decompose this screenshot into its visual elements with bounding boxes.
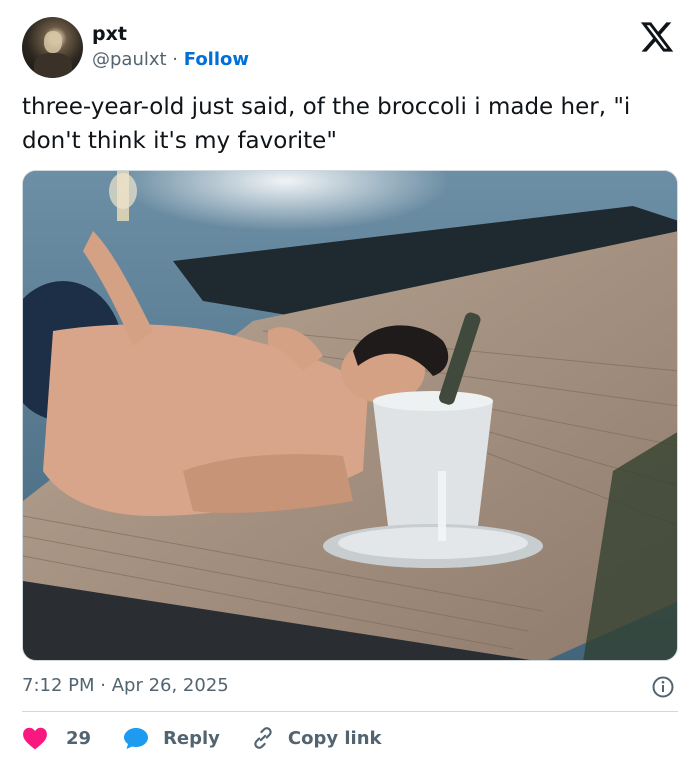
divider: [22, 711, 678, 712]
photo-illustration: [23, 171, 677, 660]
x-logo-icon[interactable]: [637, 19, 677, 55]
avatar-face: [44, 31, 62, 53]
handle-separator: ·: [166, 49, 184, 70]
reply-label: Reply: [163, 727, 220, 749]
like-count: 29: [66, 727, 92, 749]
author-avatar[interactable]: [22, 17, 83, 78]
like-button[interactable]: 29: [22, 726, 91, 750]
tweet-photo[interactable]: [22, 170, 678, 661]
copy-link-button[interactable]: Copy link: [250, 725, 382, 751]
author-handle-row: @paulxt · Follow: [92, 48, 249, 72]
action-bar: 29 Reply Copy link: [22, 722, 382, 754]
tweet-timestamp[interactable]: 7:12 PM · Apr 26, 2025: [22, 674, 229, 698]
tweet-text: three-year-old just said, of the broccol…: [22, 94, 631, 154]
date-separator: ·: [94, 675, 112, 696]
copy-link-label: Copy link: [287, 727, 382, 749]
follow-button[interactable]: Follow: [184, 49, 249, 70]
heart-icon: [23, 727, 47, 750]
speech-bubble-icon: [124, 728, 149, 749]
tweet-date: Apr 26, 2025: [111, 675, 229, 696]
tweet-time: 7:12 PM: [22, 675, 95, 696]
link-icon: [254, 727, 272, 749]
author-name[interactable]: pxt: [92, 22, 127, 46]
reply-button[interactable]: Reply: [123, 726, 220, 750]
avatar-body: [34, 53, 72, 78]
author-handle[interactable]: @paulxt: [92, 49, 167, 70]
info-icon[interactable]: [651, 675, 675, 699]
